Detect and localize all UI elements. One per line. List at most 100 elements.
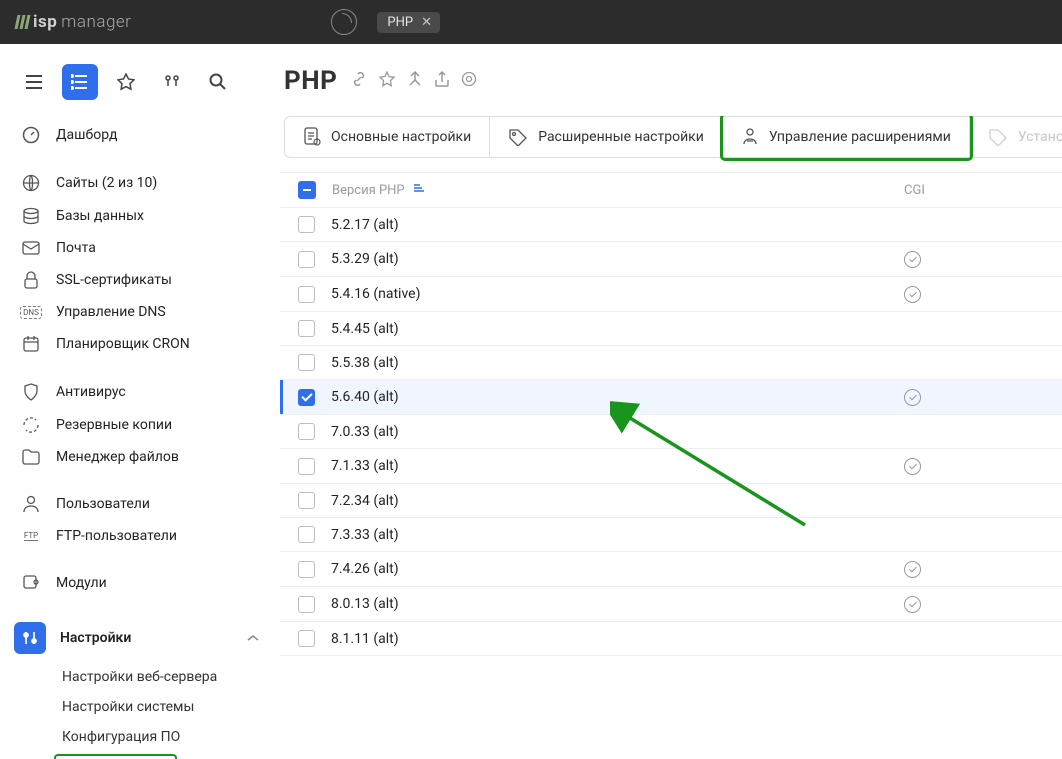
row-checkbox[interactable] <box>298 596 315 613</box>
logo: ispmanager <box>16 12 131 32</box>
table-row[interactable]: 5.4.45 (alt) <box>280 312 1062 346</box>
refresh-icon <box>20 416 42 434</box>
close-icon[interactable]: ✕ <box>421 15 432 30</box>
sub-item-conf[interactable]: Конфигурация ПО <box>56 722 269 752</box>
main: PHP Основные настройки <box>280 44 1062 759</box>
sidebar-item-antivirus[interactable]: Антивирус <box>12 376 269 408</box>
tab-chip-label: PHP <box>387 15 413 30</box>
row-checkbox[interactable] <box>298 458 315 475</box>
row-version: 5.2.17 (alt) <box>331 217 888 233</box>
row-version: 7.4.26 (alt) <box>331 561 888 577</box>
pin-icon[interactable] <box>407 71 423 91</box>
row-version: 5.5.38 (alt) <box>331 355 888 371</box>
check-circle-icon <box>904 596 921 613</box>
table-header: Версия PHP CGI <box>280 172 1062 208</box>
row-cgi <box>904 285 1044 303</box>
col-cgi-label[interactable]: CGI <box>904 183 1044 198</box>
folder-icon <box>20 449 42 465</box>
checkbox-all[interactable] <box>298 181 316 199</box>
puzzle-icon <box>20 574 42 592</box>
btn-manage-ext[interactable]: Управление расширениями <box>723 116 970 158</box>
check-circle-icon <box>904 286 921 303</box>
row-checkbox[interactable] <box>298 423 315 440</box>
link-icon[interactable] <box>351 71 367 91</box>
sidebar-item-users[interactable]: Пользователи <box>12 488 269 520</box>
menu-icon[interactable] <box>16 64 52 100</box>
dns-icon: DNS <box>20 306 42 319</box>
logo-text-b: manager <box>61 12 131 32</box>
sort-asc-icon[interactable] <box>413 182 426 198</box>
sidebar-item-settings[interactable]: Настройки <box>12 615 269 661</box>
tag-icon <box>508 128 528 146</box>
settings-icon <box>14 622 46 654</box>
lock-icon <box>20 271 42 289</box>
row-checkbox[interactable] <box>298 630 315 647</box>
table-row[interactable]: 5.6.40 (alt) <box>280 380 1062 415</box>
row-checkbox[interactable] <box>298 561 315 578</box>
table-row[interactable]: 5.4.16 (native) <box>280 277 1062 312</box>
table-row[interactable]: 7.0.33 (alt) <box>280 415 1062 449</box>
row-checkbox[interactable] <box>298 389 315 406</box>
sidebar-item-ftp[interactable]: FTPFTP-пользователи <box>12 521 269 551</box>
logo-bars-icon <box>16 15 29 29</box>
table-row[interactable]: 5.2.17 (alt) <box>280 208 1062 242</box>
row-checkbox[interactable] <box>298 354 315 371</box>
sidebar-item-files[interactable]: Менеджер файлов <box>12 442 269 472</box>
row-version: 5.4.45 (alt) <box>331 321 888 337</box>
table-row[interactable]: 8.0.13 (alt) <box>280 587 1062 622</box>
row-checkbox[interactable] <box>298 526 315 543</box>
table-row[interactable]: 8.1.11 (alt) <box>280 622 1062 656</box>
sidebar-item-sites[interactable]: Сайты (2 из 10) <box>12 167 269 199</box>
table-row[interactable]: 7.3.33 (alt) <box>280 518 1062 552</box>
sidebar-item-cron[interactable]: Планировщик CRON <box>12 328 269 360</box>
list-view-icon[interactable] <box>62 64 98 100</box>
sliders-icon[interactable] <box>154 64 190 100</box>
sidebar-item-dashboard[interactable]: Дашборд <box>12 119 269 151</box>
row-checkbox[interactable] <box>298 286 315 303</box>
row-checkbox[interactable] <box>298 251 315 268</box>
row-cgi <box>904 250 1044 268</box>
sidebar-item-ssl[interactable]: SSL-сертификаты <box>12 264 269 296</box>
table-row[interactable]: 7.4.26 (alt) <box>280 552 1062 587</box>
check-circle-icon <box>904 561 921 578</box>
gear-icon[interactable] <box>461 71 477 91</box>
table-row[interactable]: 7.1.33 (alt) <box>280 449 1062 484</box>
search-icon[interactable] <box>200 64 236 100</box>
shield-icon <box>20 383 42 401</box>
row-cgi <box>904 388 1044 406</box>
row-checkbox[interactable] <box>298 320 315 337</box>
row-version: 5.3.29 (alt) <box>331 251 888 267</box>
row-version: 7.0.33 (alt) <box>331 424 888 440</box>
sidebar-item-dns[interactable]: DNSУправление DNS <box>12 297 269 327</box>
page-header: PHP <box>280 66 1062 116</box>
sidebar-view-switch <box>12 58 269 118</box>
star-icon[interactable] <box>379 71 395 91</box>
globe-icon <box>20 174 42 192</box>
sidebar-item-db[interactable]: Базы данных <box>12 200 269 232</box>
tab-chip-php[interactable]: PHP ✕ <box>377 12 440 33</box>
export-icon[interactable] <box>435 71 449 91</box>
sub-item-sys[interactable]: Настройки системы <box>56 692 269 722</box>
btn-main-settings[interactable]: Основные настройки <box>284 116 490 158</box>
check-circle-icon <box>904 389 921 406</box>
sidebar-item-modules[interactable]: Модули <box>12 567 269 599</box>
table-row[interactable]: 7.2.34 (alt) <box>280 484 1062 518</box>
row-checkbox[interactable] <box>298 216 315 233</box>
page-title: PHP <box>284 66 337 96</box>
btn-ext-settings[interactable]: Расширенные настройки <box>490 116 723 158</box>
sub-item-web[interactable]: Настройки веб-сервера <box>56 662 269 692</box>
check-circle-icon <box>904 458 921 475</box>
col-version-label[interactable]: Версия PHP <box>332 183 405 198</box>
row-version: 7.1.33 (alt) <box>331 458 888 474</box>
sidebar-item-backup[interactable]: Резервные копии <box>12 409 269 441</box>
star-icon[interactable] <box>108 64 144 100</box>
table-row[interactable]: 5.5.38 (alt) <box>280 346 1062 380</box>
clock-icon[interactable] <box>331 9 357 35</box>
sidebar-item-mail[interactable]: Почта <box>12 233 269 263</box>
row-version: 5.4.16 (native) <box>331 286 888 302</box>
row-version: 8.0.13 (alt) <box>331 596 888 612</box>
ftp-icon: FTP <box>20 531 42 541</box>
row-checkbox[interactable] <box>298 492 315 509</box>
row-cgi <box>904 595 1044 613</box>
table-row[interactable]: 5.3.29 (alt) <box>280 242 1062 277</box>
